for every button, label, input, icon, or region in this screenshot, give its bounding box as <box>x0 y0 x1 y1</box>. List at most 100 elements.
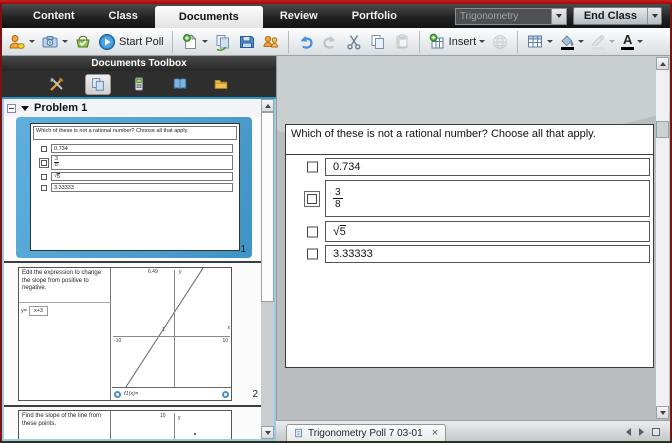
document-tools-tab[interactable] <box>44 74 70 95</box>
class-select[interactable]: Trigonometry <box>455 8 567 25</box>
scroll-down-icon[interactable] <box>656 406 669 419</box>
content-explorer-tab[interactable] <box>208 74 234 95</box>
dropdown-caret-icon <box>62 40 68 43</box>
page-thumbnail-3[interactable]: Find the slope of the line from these po… <box>18 410 232 439</box>
start-poll-label: Start Poll <box>119 36 164 48</box>
class-transfer-button[interactable] <box>260 30 282 54</box>
x-axis <box>113 336 230 337</box>
answer-box[interactable]: 0.734 <box>325 158 650 176</box>
toolbox-body: Problem 1 Which of these is not a ration… <box>2 99 276 441</box>
fill-color-button[interactable] <box>557 30 586 54</box>
page-1-preview: Which of these is not a rational number?… <box>30 123 240 251</box>
mini-answer-row: 3.33333 <box>31 183 239 192</box>
insert-button[interactable]: Insert <box>426 30 488 54</box>
mini-answer-box: 3.33333 <box>51 183 233 192</box>
answer-box[interactable]: 38 <box>325 180 650 217</box>
sorter-scrollbar[interactable] <box>261 99 274 439</box>
question-box[interactable]: Which of these is not a rational number?… <box>286 125 653 155</box>
mini-answer-row: √5 <box>31 172 239 181</box>
play-icon <box>98 33 116 51</box>
problem-group-header[interactable]: Problem 1 <box>4 99 261 117</box>
undo-icon <box>297 33 315 51</box>
scroll-up-icon[interactable] <box>656 57 669 70</box>
document-page: Which of these is not a rational number?… <box>285 124 654 368</box>
screen-capture-button[interactable] <box>39 30 70 54</box>
line-color-button[interactable] <box>588 30 617 54</box>
document-tab[interactable]: Trigonometry Poll 7 03-01 × <box>286 424 446 441</box>
documents-toolbox-panel: Documents Toolbox <box>2 56 276 441</box>
end-class-label: End Class <box>574 8 647 24</box>
app-window: Content Class Documents Review Portfolio… <box>0 0 672 443</box>
answer-checkbox[interactable] <box>307 249 318 260</box>
tab-documents[interactable]: Documents <box>155 6 263 28</box>
thumb3-text-pane: Find the slope of the line from these po… <box>19 411 111 439</box>
dropdown-caret-icon <box>479 40 485 43</box>
thumb3-graph: 10 y <box>112 411 231 439</box>
answer-row: 3.33333 <box>286 245 653 263</box>
checkbox-icon <box>41 185 47 191</box>
table-button[interactable] <box>524 30 555 54</box>
smartview-tab[interactable] <box>126 74 152 95</box>
thumb2-graph: 6.49 y -10 1 10 x <box>112 268 231 387</box>
collapse-icon[interactable] <box>7 104 16 113</box>
table-icon <box>526 33 544 51</box>
mini-answer-box: √5 <box>51 172 233 181</box>
pages-icon <box>90 76 106 92</box>
text-color-glyph: A <box>623 33 632 46</box>
answer-box[interactable]: √5 <box>325 221 650 242</box>
toolbar-separator <box>517 31 518 53</box>
mini-answer-box: 0.734 <box>51 144 233 153</box>
add-user-button[interactable] <box>6 30 37 54</box>
collect-document-button[interactable] <box>72 30 94 54</box>
graph-line <box>112 268 231 387</box>
text-color-button[interactable]: A <box>619 30 645 54</box>
expand-arrow-icon[interactable] <box>21 106 29 111</box>
document-scrollbar[interactable] <box>656 57 669 419</box>
page-sorter-tab[interactable] <box>85 74 111 95</box>
next-tab-icon[interactable] <box>639 428 644 436</box>
page-thumbnail-2[interactable]: Edit the expression to change the slope … <box>18 267 232 401</box>
mini-question-box: Which of these is not a rational number?… <box>33 126 237 140</box>
sync-pages-icon <box>214 33 232 51</box>
new-document-button[interactable] <box>179 30 210 54</box>
thumb3-instruction: Find the slope of the line from these po… <box>19 411 110 430</box>
chevron-down-icon[interactable] <box>551 9 566 24</box>
menu-bar-right: Trigonometry End Class <box>455 4 670 28</box>
mini-answer-box: 38 <box>51 155 233 170</box>
tab-portfolio[interactable]: Portfolio <box>335 4 414 28</box>
close-icon[interactable]: × <box>432 428 438 438</box>
tab-class[interactable]: Class <box>92 4 155 28</box>
dropdown-caret-icon <box>29 40 35 43</box>
page-separator <box>4 405 261 407</box>
answer-box[interactable]: 3.33333 <box>325 245 650 263</box>
scroll-up-icon[interactable] <box>261 99 274 112</box>
answer-checkbox[interactable] <box>307 162 318 173</box>
mini-answer-row: 0.734 <box>31 144 239 153</box>
copy-icon <box>369 33 387 51</box>
scrollbar-thumb[interactable] <box>261 112 274 302</box>
dropdown-caret-icon <box>637 40 643 43</box>
end-class-caret-icon[interactable] <box>647 8 661 24</box>
scrollbar-thumb[interactable] <box>656 121 669 138</box>
scroll-down-icon[interactable] <box>261 426 274 439</box>
end-class-button[interactable]: End Class <box>573 7 662 25</box>
redo-button[interactable] <box>319 30 341 54</box>
tab-review[interactable]: Review <box>263 4 335 28</box>
tab-content[interactable]: Content <box>16 4 92 28</box>
send-document-button[interactable] <box>212 30 234 54</box>
page-thumbnail-1[interactable]: Which of these is not a rational number?… <box>16 117 252 258</box>
previous-tab-icon[interactable] <box>626 428 631 436</box>
variables-button[interactable] <box>489 30 511 54</box>
line-color-swatch <box>592 47 605 50</box>
save-button[interactable] <box>236 30 258 54</box>
copy-button[interactable] <box>367 30 389 54</box>
undo-button[interactable] <box>295 30 317 54</box>
answer-checkbox[interactable] <box>307 226 318 237</box>
cut-button[interactable] <box>343 30 365 54</box>
tab-list-icon[interactable] <box>652 428 660 436</box>
start-poll-button[interactable]: Start Poll <box>96 30 166 54</box>
paste-button[interactable] <box>391 30 413 54</box>
utilities-tab[interactable] <box>167 74 193 95</box>
answer-checkbox-focused[interactable] <box>304 191 320 207</box>
person-coin-icon <box>8 33 26 51</box>
